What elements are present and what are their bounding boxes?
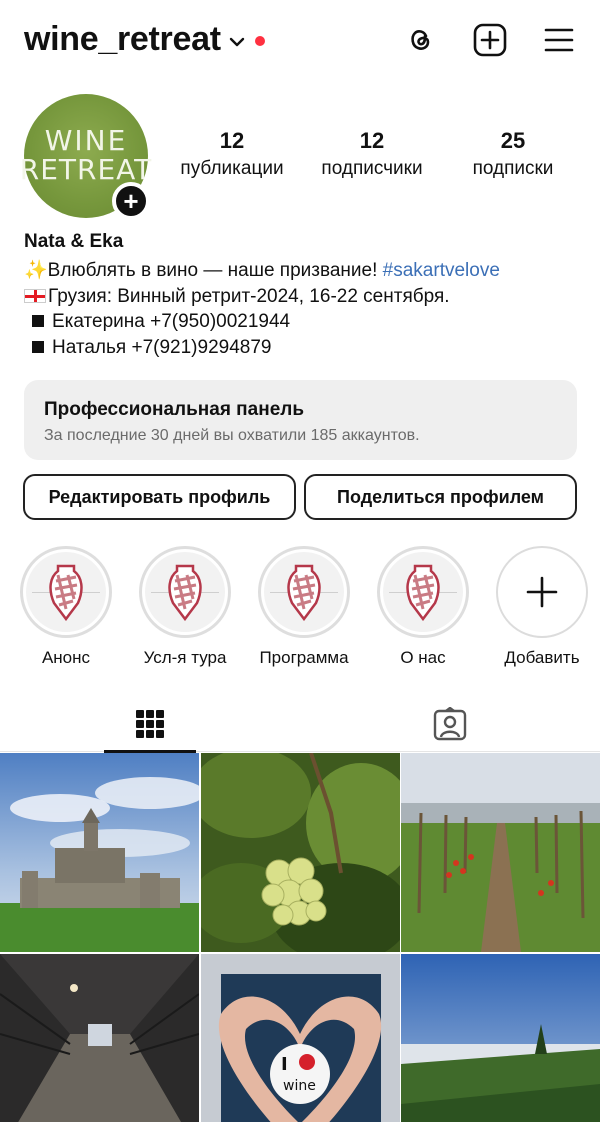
posts-count: 12 xyxy=(219,128,245,153)
plus-icon xyxy=(526,576,558,608)
bio-text: Екатерина +7(950)0021944 xyxy=(52,311,291,332)
profile-avatar[interactable]: WINE RETREAT + xyxy=(20,94,151,220)
tab-grid[interactable] xyxy=(104,696,196,753)
new-post-icon[interactable] xyxy=(472,22,508,58)
highlight-label: Усл-я тура xyxy=(143,648,227,667)
followers-count: 12 xyxy=(359,128,385,153)
threads-icon[interactable] xyxy=(402,22,438,58)
amphora-icon xyxy=(287,564,321,621)
svg-text:I: I xyxy=(281,1054,288,1075)
highlight-cover xyxy=(139,546,231,638)
highlight-cover xyxy=(377,546,469,638)
professional-dashboard[interactable]: Профессиональная панель За последние 30 … xyxy=(24,380,577,460)
followers-label: подписчики xyxy=(321,158,423,179)
stat-following[interactable]: 25 подписки xyxy=(453,128,573,180)
post-image xyxy=(0,753,199,952)
bio-text: Влюблять в вино — наше призвание! xyxy=(47,260,383,281)
avatar-logo-line2: RETREAT xyxy=(19,152,153,186)
post-thumbnail[interactable]: I wine xyxy=(201,954,400,1122)
georgia-flag-icon xyxy=(24,288,46,303)
bio-text: Наталья +7(921)9294879 xyxy=(52,336,272,358)
bio: ✨Влюблять в вино — наше призвание! #saka… xyxy=(24,258,500,360)
stat-followers[interactable]: 12 подписчики xyxy=(312,128,432,180)
highlight-label: Программа xyxy=(259,648,349,667)
edit-profile-button[interactable]: Редактировать профиль xyxy=(23,474,296,520)
tab-tagged[interactable] xyxy=(404,696,496,752)
post-thumbnail[interactable] xyxy=(401,753,600,952)
tagged-icon xyxy=(433,707,467,741)
notification-dot xyxy=(254,35,265,46)
sparkles-icon: ✨ xyxy=(24,260,48,281)
dashboard-title: Профессиональная панель xyxy=(44,399,305,420)
highlight-label: Добавить xyxy=(504,648,580,667)
share-profile-button[interactable]: Поделиться профилем xyxy=(304,474,577,520)
add-story-icon[interactable]: + xyxy=(112,182,150,220)
hashtag-link[interactable]: #sakartvelove xyxy=(383,260,500,281)
black-square-icon xyxy=(32,340,44,353)
post-thumbnail[interactable] xyxy=(401,954,600,1122)
bio-line-1: ✨Влюблять в вино — наше призвание! #saka… xyxy=(24,258,500,284)
bio-line-2: Грузия: Винный ретрит-2024, 16-22 сентяб… xyxy=(24,284,500,310)
bio-line-4: Наталья +7(921)9294879 xyxy=(24,335,500,361)
post-thumbnail[interactable] xyxy=(201,753,400,952)
highlight-cover xyxy=(20,546,112,638)
top-bar: wine_retreat xyxy=(0,0,600,84)
chevron-down-icon xyxy=(229,37,244,46)
amphora-icon xyxy=(168,564,202,621)
highlight-tour-terms[interactable]: Усл-я тура xyxy=(137,546,233,668)
post-image xyxy=(0,954,199,1122)
amphora-icon xyxy=(49,564,83,621)
grid-icon xyxy=(136,710,164,738)
avatar-logo-line1: WINE xyxy=(44,123,128,157)
post-thumbnail[interactable] xyxy=(0,753,199,952)
stat-posts[interactable]: 12 публикации xyxy=(172,128,292,180)
dashboard-subtitle: За последние 30 дней вы охватили 185 акк… xyxy=(44,427,420,444)
following-count: 25 xyxy=(500,128,526,153)
posts-label: публикации xyxy=(180,158,284,179)
display-name: Nata & Eka xyxy=(24,231,124,252)
post-thumbnail[interactable] xyxy=(0,954,199,1122)
username-label: wine_retreat xyxy=(24,20,221,58)
menu-icon[interactable] xyxy=(541,22,577,58)
highlight-cover xyxy=(258,546,350,638)
amphora-icon xyxy=(406,564,440,621)
highlight-about[interactable]: О нас xyxy=(375,546,471,668)
bio-line-3: Екатерина +7(950)0021944 xyxy=(24,309,500,335)
highlight-program[interactable]: Программа xyxy=(256,546,352,668)
svg-text:wine: wine xyxy=(283,1078,316,1094)
following-label: подписки xyxy=(472,158,554,179)
post-image xyxy=(401,954,600,1122)
post-image xyxy=(401,753,600,952)
bio-text: Грузия: Винный ретрит-2024, 16-22 сентяб… xyxy=(48,285,450,307)
highlight-announce[interactable]: Анонс xyxy=(18,546,114,668)
post-image: I wine xyxy=(201,954,400,1122)
highlight-add[interactable]: Добавить xyxy=(494,546,590,668)
add-highlight-button[interactable] xyxy=(496,546,588,638)
profile-tabs xyxy=(0,696,600,753)
highlight-label: О нас xyxy=(400,648,446,667)
highlight-label: Анонс xyxy=(41,648,91,667)
account-switcher[interactable]: wine_retreat xyxy=(24,20,265,59)
post-image xyxy=(201,753,400,952)
black-square-icon xyxy=(32,315,44,328)
